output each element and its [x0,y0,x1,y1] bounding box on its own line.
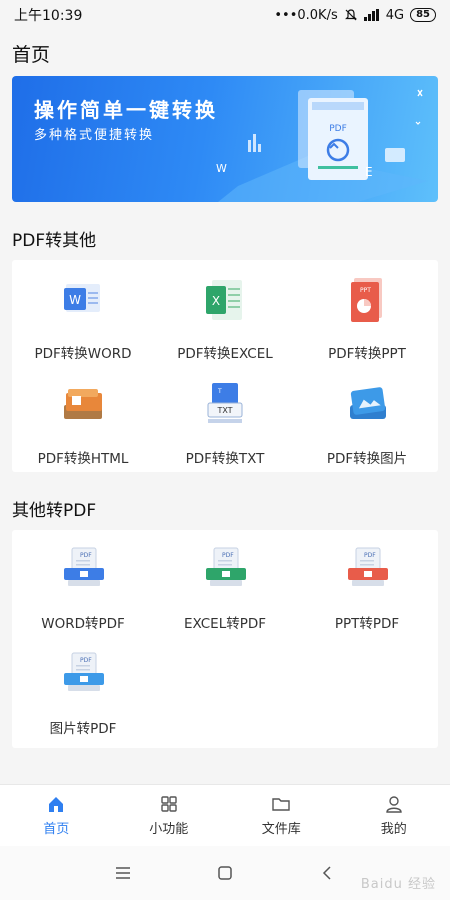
nav-label: 小功能 [149,822,189,837]
word-icon: W [64,284,100,312]
status-indicators: •••0.0K/s 4G 85 [274,8,436,23]
svg-text:T: T [217,388,222,395]
status-bar: 上午10:39 •••0.0K/s 4G 85 [0,0,450,30]
nav-item[interactable]: 我的 [338,785,450,846]
tool-tile-label: PDF转换EXCEL [177,346,273,362]
status-time: 上午10:39 [14,8,83,24]
tool-tile-label: WORD转PDF [41,616,125,632]
back-button[interactable] [316,862,338,884]
tool-tile-label: PDF转换WORD [34,346,132,362]
tool-tile[interactable]: X PDF转换EXCEL [154,262,296,367]
menu-icon [116,867,130,879]
page-title: 首页 [12,44,51,66]
tool-tile-label: PPT转PDF [334,616,400,632]
svg-text:W: W [69,293,81,307]
promo-banner[interactable]: 操作简单一键转换 多种格式便捷转换 PDF W E [12,76,438,202]
svg-text:PDF: PDF [80,657,92,664]
tool-tile[interactable]: PDF PPT转PDF [296,532,438,637]
banner-subtitle: 多种格式便捷转换 [34,128,155,143]
back-icon [322,866,331,880]
home-icon [49,797,64,812]
tool-tile-label: 图片转PDF [49,721,117,737]
svg-text:PDF: PDF [222,552,234,559]
excel-to-pdf-icon: PDF [206,547,246,586]
banner-pdf-label: PDF [329,124,347,134]
banner-e-label: E [365,165,373,179]
user-icon [386,796,402,813]
battery-indicator: 85 [410,8,436,22]
bottom-nav: 首页 小功能 文件库 我的 [0,784,450,846]
tool-tile-label: PDF转换图片 [326,451,408,467]
tool-tile[interactable]: PPT PDF转换PPT [296,262,438,367]
watermark: Baidu 经验 [360,877,436,892]
tool-tile-label: PDF转换PPT [328,346,406,362]
svg-text:PPT: PPT [360,287,371,294]
grid-icon [161,796,177,812]
menu-button[interactable] [112,862,134,884]
nav-item[interactable]: 小功能 [113,785,226,846]
ppt-icon: PPT [351,278,382,322]
svg-text:PDF: PDF [364,552,376,559]
tool-tile[interactable]: PDF转换图片 [296,367,438,472]
network-type: 4G [385,7,405,23]
svg-text:TXT: TXT [216,406,232,415]
svg-text:PDF: PDF [80,552,92,559]
word-to-pdf-icon: PDF [64,547,104,586]
txt-icon: T TXT [207,383,243,423]
tool-tile-label: EXCEL转PDF [183,616,267,632]
nav-label: 首页 [43,822,70,837]
mute-icon [344,9,357,21]
banner-illustration: PDF W E [216,89,428,202]
html-icon [64,389,102,419]
home-button[interactable] [214,862,236,884]
tool-tile[interactable]: PDF转换HTML [12,367,154,472]
network-speed: •••0.0K/s [274,7,338,23]
tool-tile[interactable]: PDF 图片转PDF [12,637,154,742]
excel-icon: X [206,280,242,320]
tool-tile[interactable]: W PDF转换WORD [12,262,154,367]
tool-tile-label: PDF转换TXT [185,451,265,467]
tool-tile[interactable]: T TXT PDF转换TXT [154,367,296,472]
image-icon [350,387,386,419]
square-icon [218,866,232,880]
nav-item[interactable]: 首页 [0,785,113,846]
tool-tile[interactable]: PDF EXCEL转PDF [154,532,296,637]
pdf-to-other-panel: W PDF转换WORD X PDF转换EXCEL PPT PDF转换PPT PD… [12,260,438,472]
section-title-other-to-pdf: 其他转PDF [12,501,97,521]
nav-label: 文件库 [261,822,301,837]
tool-tile-label: PDF转换HTML [37,451,129,467]
svg-text:X: X [212,294,220,308]
nav-label: 我的 [380,822,407,837]
system-nav-bar: Baidu 经验 [0,846,450,900]
nav-item[interactable]: 文件库 [225,785,338,846]
folder-icon [272,798,290,811]
section-title-pdf-to-other: PDF转其他 [12,231,97,251]
banner-w-label: W [216,162,227,175]
image-to-pdf-icon: PDF [64,652,104,691]
other-to-pdf-panel: PDF WORD转PDF PDF EXCEL转PDF PDF PPT转PDF P… [12,530,438,748]
tool-tile[interactable]: PDF WORD转PDF [12,532,154,637]
ppt-to-pdf-icon: PDF [348,547,388,586]
signal-icon [363,9,379,21]
